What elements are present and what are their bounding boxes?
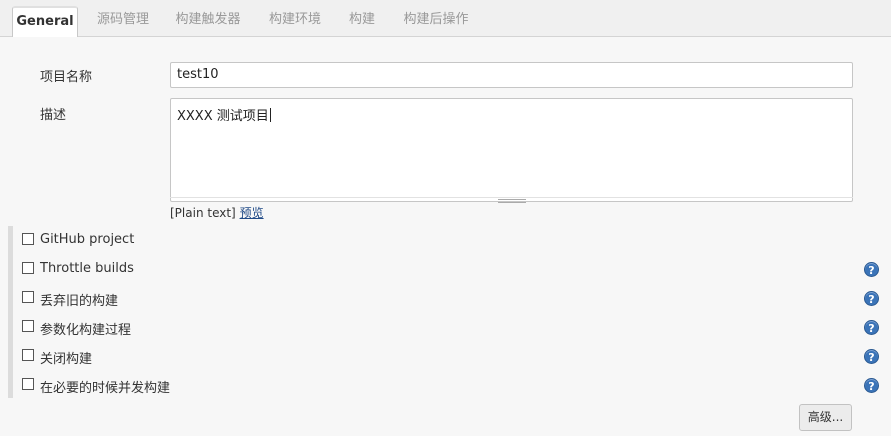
checkbox-icon[interactable] <box>22 378 34 390</box>
option-label: 参数化构建过程 <box>40 323 132 338</box>
preview-link[interactable]: 预览 <box>240 206 264 220</box>
description-label: 描述 <box>40 108 67 123</box>
help-icon[interactable]: ? <box>864 320 879 335</box>
textarea-resize-bar <box>170 197 853 198</box>
text-caret <box>269 108 271 122</box>
checkbox-icon[interactable] <box>22 233 34 245</box>
checkbox-icon[interactable] <box>22 262 34 274</box>
option-label: GitHub project <box>40 232 135 247</box>
resize-grip-icon[interactable] <box>498 199 526 203</box>
option-label: 在必要的时候并发构建 <box>40 381 171 396</box>
option-label: 关闭构建 <box>40 352 93 367</box>
tab-build[interactable]: 构建 <box>342 6 382 37</box>
tab-build-environment[interactable]: 构建环境 <box>262 6 328 37</box>
tab-source-control[interactable]: 源码管理 <box>90 6 156 37</box>
tab-general[interactable]: General <box>12 6 78 38</box>
project-name-label: 项目名称 <box>40 70 93 85</box>
project-name-input[interactable]: test10 <box>170 62 853 88</box>
advanced-button[interactable]: 高级... <box>799 404 852 431</box>
help-icon[interactable]: ? <box>864 349 879 364</box>
option-label: Throttle builds <box>40 261 134 276</box>
format-hint: [Plain text] 预览 <box>170 204 264 221</box>
help-icon[interactable]: ? <box>864 262 879 277</box>
checkbox-icon[interactable] <box>22 320 34 332</box>
checkbox-icon[interactable] <box>22 291 34 303</box>
format-prefix: [Plain text] <box>170 206 236 220</box>
section-indicator <box>8 226 13 398</box>
tab-bar: General 源码管理 构建触发器 构建环境 构建 构建后操作 <box>0 0 891 38</box>
help-icon[interactable]: ? <box>864 291 879 306</box>
option-label: 丢弃旧的构建 <box>40 294 119 309</box>
tab-post-build[interactable]: 构建后操作 <box>396 6 476 37</box>
help-icon[interactable]: ? <box>864 378 879 393</box>
description-textarea[interactable]: XXXX 测试项目 <box>170 98 853 202</box>
tab-build-triggers[interactable]: 构建触发器 <box>168 6 248 37</box>
checkbox-icon[interactable] <box>22 349 34 361</box>
description-text: XXXX 测试项目 <box>177 109 269 124</box>
